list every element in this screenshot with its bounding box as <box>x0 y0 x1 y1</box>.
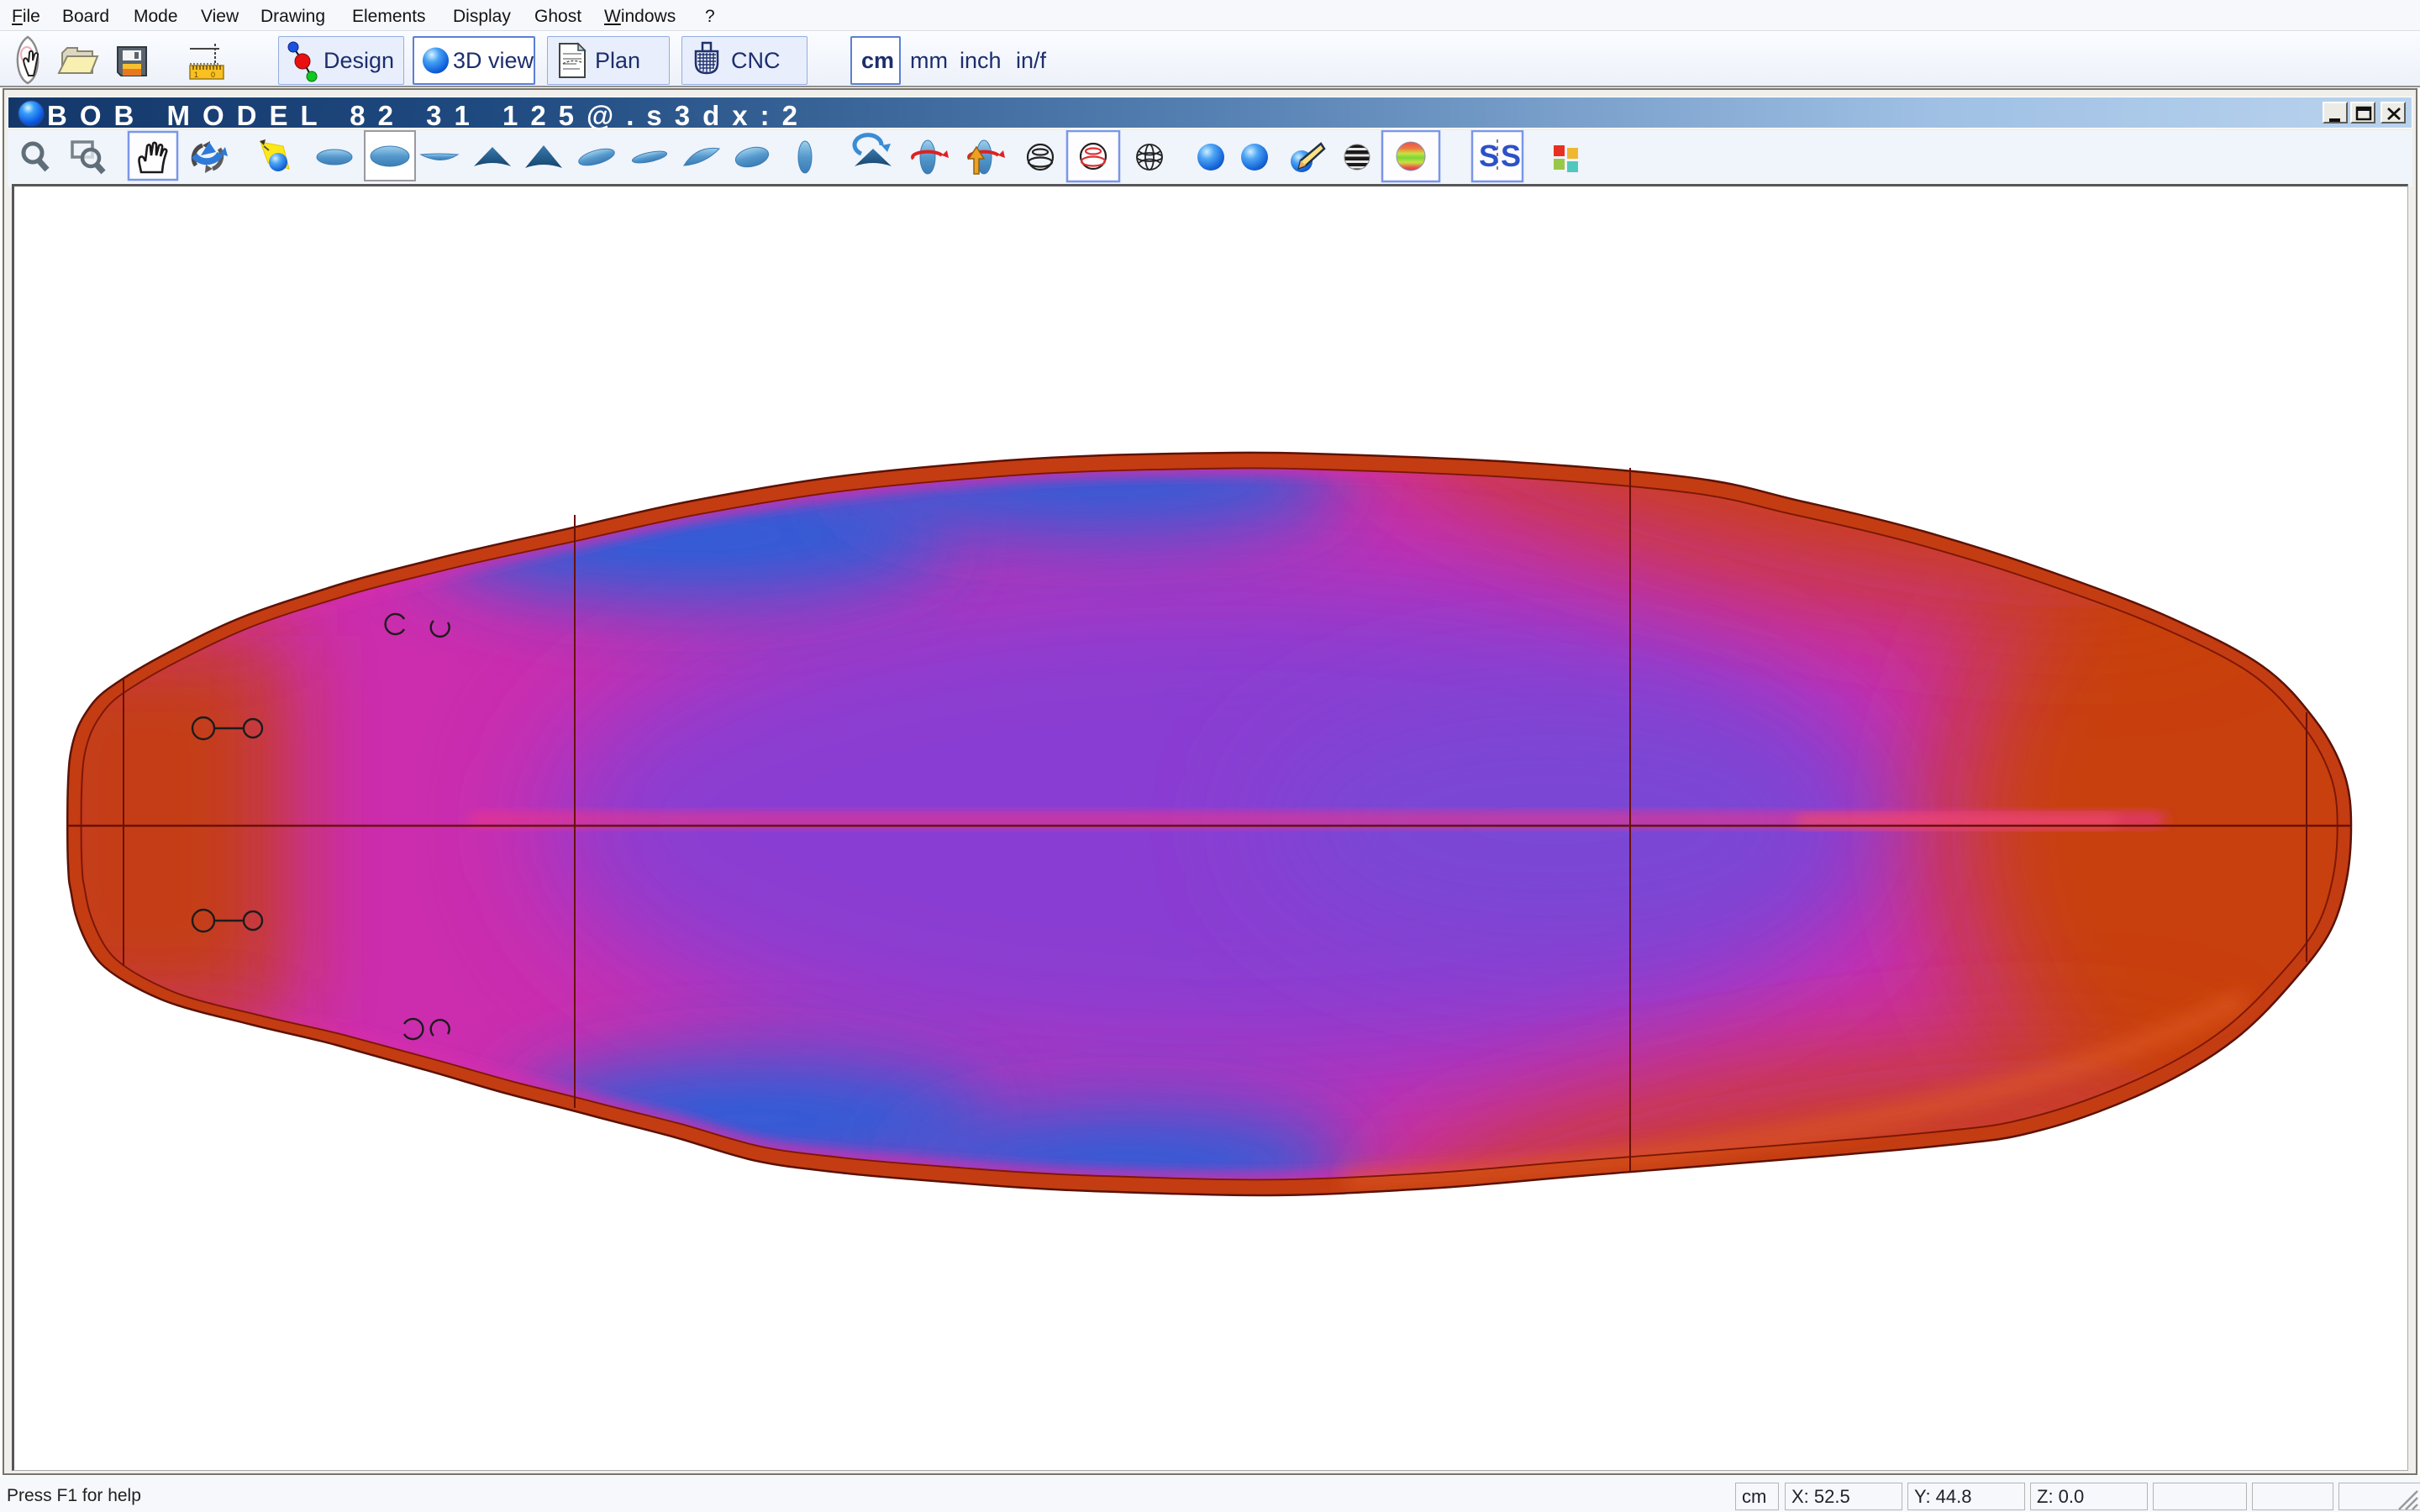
svg-text:1: 1 <box>194 71 198 79</box>
svg-text:S: S <box>1479 139 1499 173</box>
svg-text:0: 0 <box>211 71 215 79</box>
svg-text:S: S <box>1501 139 1521 173</box>
